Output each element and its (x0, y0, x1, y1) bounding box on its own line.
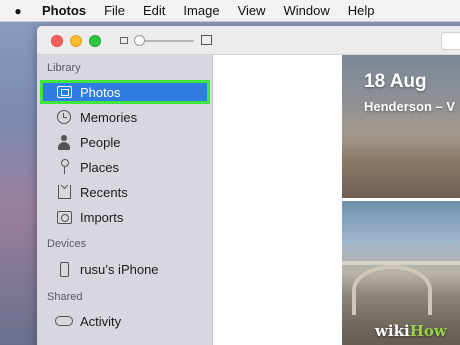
menu-window[interactable]: Window (275, 0, 339, 22)
apple-logo-icon[interactable]: ● (0, 4, 36, 18)
iphone-icon (54, 261, 74, 277)
menu-edit[interactable]: Edit (134, 0, 174, 22)
imports-icon (54, 209, 74, 225)
cloud-icon (54, 313, 74, 329)
photo-gallery: 18 Aug Henderson – V (214, 55, 460, 345)
sidebar-item-label: Activity (80, 313, 122, 329)
devices-section-header: Devices (47, 238, 87, 250)
zoom-button[interactable] (89, 35, 101, 47)
sidebar-item-recents[interactable]: Recents (40, 180, 210, 204)
shared-section-header: Shared (47, 291, 83, 303)
sidebar-item-imports[interactable]: Imports (40, 205, 210, 229)
sidebar-item-label: People (80, 134, 121, 150)
sidebar-item-photos[interactable]: Photos (40, 80, 210, 104)
photos-window: Library Photos Memories People Places Re… (37, 26, 460, 345)
bridge-arch (352, 265, 432, 315)
sidebar: Library Photos Memories People Places Re… (37, 55, 213, 345)
zoom-out-icon[interactable] (120, 37, 128, 44)
sidebar-item-label: Memories (80, 109, 138, 125)
recents-icon (54, 184, 74, 200)
sidebar-item-label: Recents (80, 184, 128, 200)
zoom-slider-knob[interactable] (134, 35, 145, 46)
memories-icon (54, 109, 74, 125)
menu-image[interactable]: Image (174, 0, 228, 22)
sidebar-item-people[interactable]: People (40, 130, 210, 154)
watermark-suffix: How (409, 322, 447, 340)
sidebar-item-places[interactable]: Places (40, 155, 210, 179)
sidebar-item-label: Imports (80, 209, 124, 225)
sidebar-item-label: Places (80, 159, 120, 175)
sidebar-item-iphone[interactable]: rusu’s iPhone (40, 257, 210, 281)
close-button[interactable] (51, 35, 63, 47)
menu-help[interactable]: Help (339, 0, 384, 22)
zoom-in-icon[interactable] (201, 35, 212, 45)
toolbar-button[interactable] (441, 32, 460, 50)
person-icon (54, 134, 74, 150)
moment-date: 18 Aug (364, 71, 427, 92)
sidebar-item-memories[interactable]: Memories (40, 105, 210, 129)
minimize-button[interactable] (70, 35, 82, 47)
menu-view[interactable]: View (229, 0, 275, 22)
title-bar (37, 26, 460, 55)
sidebar-item-label: rusu’s iPhone (80, 261, 159, 277)
sidebar-item-activity[interactable]: Activity (40, 309, 210, 333)
moment-location: Henderson – V (364, 99, 456, 114)
pin-icon (54, 159, 74, 175)
library-section-header: Library (47, 62, 81, 74)
menu-app-name[interactable]: Photos (36, 3, 95, 18)
menu-bar: ● Photos File Edit Image View Window Hel… (0, 0, 460, 22)
menu-file[interactable]: File (95, 0, 134, 22)
photos-icon (54, 84, 74, 100)
wikihow-watermark: wikiHow (375, 322, 447, 340)
sidebar-item-label: Photos (80, 84, 121, 100)
watermark-prefix: wiki (375, 322, 410, 340)
